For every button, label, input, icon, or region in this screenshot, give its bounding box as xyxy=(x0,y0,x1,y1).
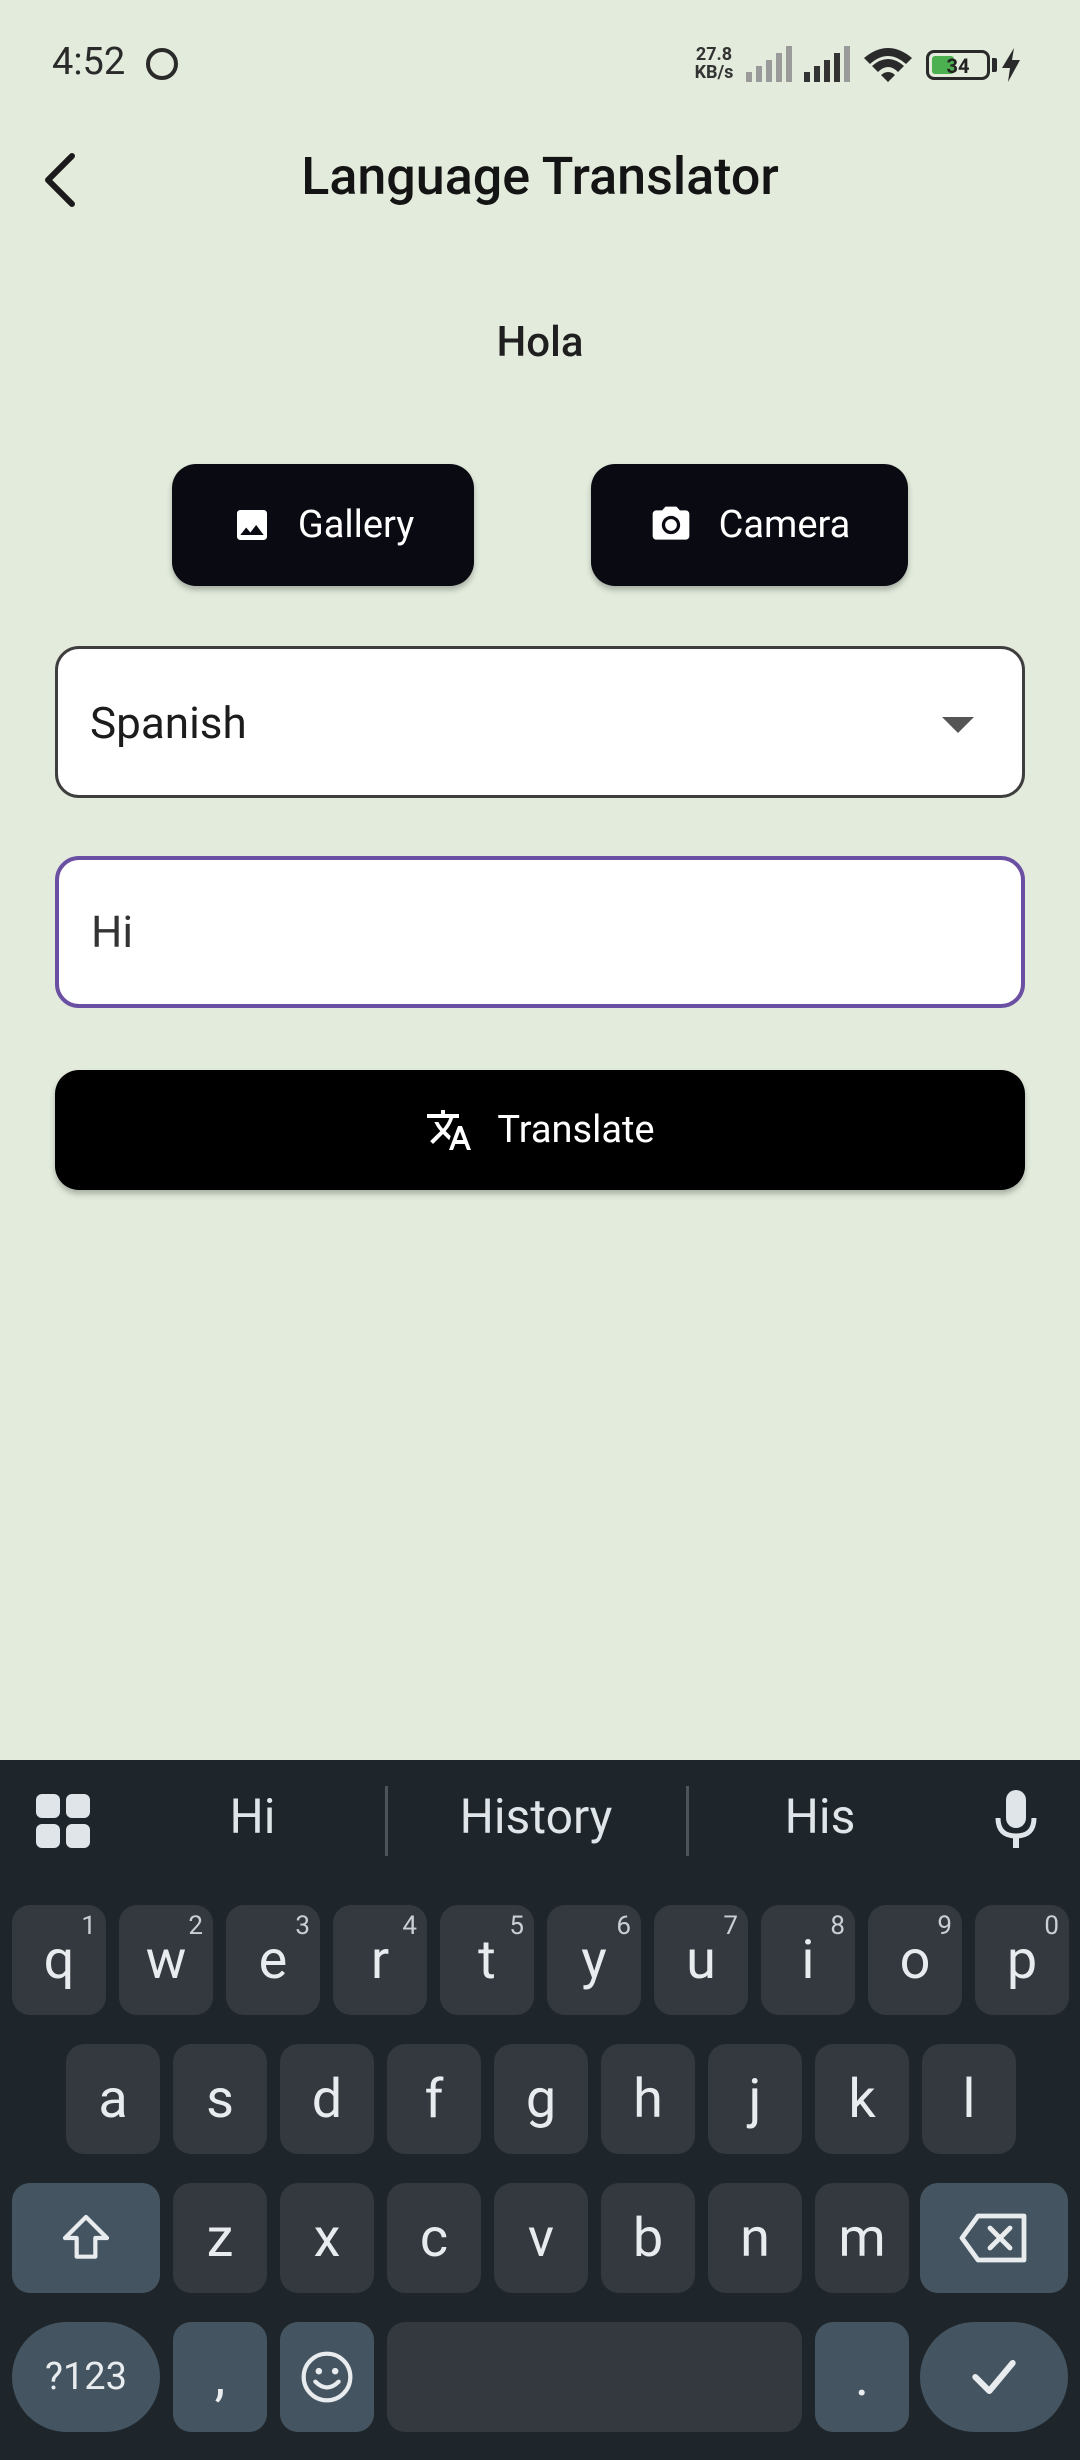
key-r[interactable]: r4 xyxy=(333,1905,427,2015)
battery-icon: 34 xyxy=(926,50,990,80)
emoji-key[interactable] xyxy=(280,2322,374,2432)
enter-key[interactable] xyxy=(920,2322,1068,2432)
language-dropdown-value: Spanish xyxy=(90,697,247,749)
language-dropdown[interactable]: Spanish xyxy=(55,646,1025,798)
space-key[interactable] xyxy=(387,2322,802,2432)
key-t[interactable]: t5 xyxy=(440,1905,534,2015)
key-n[interactable]: n xyxy=(708,2183,802,2293)
key-c[interactable]: c xyxy=(387,2183,481,2293)
key-s[interactable]: s xyxy=(173,2044,267,2154)
key-m[interactable]: m xyxy=(815,2183,909,2293)
key-a[interactable]: a xyxy=(66,2044,160,2154)
symbols-key[interactable]: ?123 xyxy=(12,2322,160,2432)
text-input-value: Hi xyxy=(91,906,134,958)
key-b[interactable]: b xyxy=(601,2183,695,2293)
camera-button-label: Camera xyxy=(718,503,851,547)
translate-button-label: Translate xyxy=(497,1108,655,1152)
suggestion-1[interactable]: Hi xyxy=(150,1788,355,1845)
suggestion-divider xyxy=(385,1786,388,1856)
suggestion-3[interactable]: His xyxy=(700,1788,940,1845)
status-time: 4:52 xyxy=(52,40,126,84)
checkmark-icon xyxy=(972,2359,1016,2395)
key-q[interactable]: q1 xyxy=(12,1905,106,2015)
backspace-icon xyxy=(959,2213,1027,2263)
signal-weak-icon xyxy=(746,46,792,82)
charging-bolt-icon xyxy=(1002,48,1020,82)
key-o[interactable]: o9 xyxy=(868,1905,962,2015)
key-p[interactable]: p0 xyxy=(975,1905,1069,2015)
translation-result: Hola xyxy=(496,318,584,367)
text-input[interactable]: Hi xyxy=(55,856,1025,1008)
signal-strong-icon xyxy=(804,46,850,82)
network-speed-unit: KB/s xyxy=(694,62,734,83)
page-title: Language Translator xyxy=(301,146,779,207)
key-k[interactable]: k xyxy=(815,2044,909,2154)
camera-button[interactable]: Camera xyxy=(591,464,908,586)
image-icon xyxy=(236,510,267,540)
translate-icon xyxy=(427,1110,472,1150)
key-h[interactable]: h xyxy=(601,2044,695,2154)
shift-key[interactable] xyxy=(12,2183,160,2293)
microphone-icon[interactable] xyxy=(994,1790,1038,1850)
key-u[interactable]: u7 xyxy=(654,1905,748,2015)
key-x[interactable]: x xyxy=(280,2183,374,2293)
translate-button[interactable]: Translate xyxy=(55,1070,1025,1190)
key-l[interactable]: l xyxy=(922,2044,1016,2154)
battery-nub xyxy=(992,58,997,72)
key-d[interactable]: d xyxy=(280,2044,374,2154)
gallery-button[interactable]: Gallery xyxy=(172,464,474,586)
keyboard-menu-grid-icon[interactable] xyxy=(36,1794,90,1848)
comma-key[interactable]: , xyxy=(173,2322,267,2432)
wifi-icon xyxy=(864,48,912,82)
shift-arrow-icon xyxy=(62,2214,110,2259)
key-j[interactable]: j xyxy=(708,2044,802,2154)
suggestion-2[interactable]: History xyxy=(400,1788,672,1845)
camera-icon xyxy=(652,506,689,540)
key-v[interactable]: v xyxy=(494,2183,588,2293)
key-e[interactable]: e3 xyxy=(226,1905,320,2015)
dropdown-arrow-icon xyxy=(942,717,974,733)
key-i[interactable]: i8 xyxy=(761,1905,855,2015)
gallery-button-label: Gallery xyxy=(297,503,415,547)
key-f[interactable]: f xyxy=(387,2044,481,2154)
status-bar: 4:52 27.8 KB/s 34 xyxy=(0,0,1080,130)
network-speed: 27.8 KB/s xyxy=(690,46,738,82)
suggestion-divider xyxy=(686,1786,689,1856)
suggestion-bar: Hi History His xyxy=(0,1760,1080,1880)
key-g[interactable]: g xyxy=(494,2044,588,2154)
notification-face-icon xyxy=(146,48,178,80)
key-z[interactable]: z xyxy=(173,2183,267,2293)
soft-keyboard: Hi History His q1 w2 e3 r4 t5 y6 u7 i8 o… xyxy=(0,1760,1080,2460)
emoji-icon xyxy=(301,2351,353,2403)
backspace-key[interactable] xyxy=(920,2183,1068,2293)
battery-level: 34 xyxy=(946,54,970,78)
period-key[interactable]: . xyxy=(815,2322,909,2432)
key-w[interactable]: w2 xyxy=(119,1905,213,2015)
key-y[interactable]: y6 xyxy=(547,1905,641,2015)
